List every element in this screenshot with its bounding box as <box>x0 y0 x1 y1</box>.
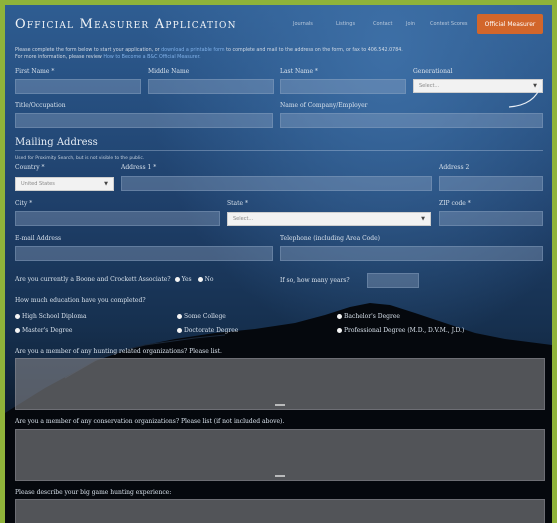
big-game-textarea[interactable] <box>15 499 545 523</box>
city-input[interactable] <box>15 211 220 226</box>
first-name-label: First Name * <box>15 68 55 75</box>
printable-form-link[interactable]: download a printable form <box>161 48 224 53</box>
email-label: E-mail Address <box>15 235 62 242</box>
education-question: How much education have you completed? <box>15 297 146 304</box>
option-label: Professional Degree (M.D., D.V.M., J.D.) <box>344 327 465 334</box>
phone-label: Telephone (including Area Code) <box>280 235 381 242</box>
last-name-label: Last Name * <box>280 68 318 75</box>
years-label: If so, how many years? <box>280 277 350 284</box>
zip-input[interactable] <box>439 211 543 226</box>
radio-button[interactable] <box>337 328 342 333</box>
associate-no-label: No <box>204 276 214 283</box>
title-occupation-label: Title/Occupation <box>15 102 66 109</box>
nav-contest-scores[interactable]: Contest Scores <box>430 21 468 27</box>
education-option-bachelors[interactable]: Bachelor's Degree <box>337 313 400 320</box>
title-occupation-input[interactable] <box>15 113 273 128</box>
associate-yes-radio[interactable] <box>174 277 180 282</box>
education-option-doctorate[interactable]: Doctorate Degree <box>177 327 238 334</box>
middle-name-input[interactable] <box>148 79 274 94</box>
state-label: State * <box>227 200 248 207</box>
resize-handle[interactable] <box>275 404 285 406</box>
hunting-orgs-textarea[interactable] <box>15 358 545 410</box>
option-label: Master's Degree <box>22 327 73 334</box>
first-name-input[interactable] <box>15 79 141 94</box>
generational-value: Select... <box>419 83 440 89</box>
nav-join[interactable]: Join <box>406 21 415 27</box>
chevron-down-icon: ▼ <box>421 216 425 222</box>
official-measurer-button[interactable]: Official Measurer <box>477 14 543 34</box>
education-option-high-school[interactable]: High School Diploma <box>15 313 87 320</box>
address2-label: Address 2 <box>439 164 470 171</box>
phone-input[interactable] <box>280 246 543 261</box>
option-label: Some College <box>184 313 226 320</box>
radio-button[interactable] <box>15 314 20 319</box>
option-label: Doctorate Degree <box>184 327 239 334</box>
state-value: Select... <box>233 216 254 222</box>
education-option-some-college[interactable]: Some College <box>177 313 226 320</box>
nav-contact[interactable]: Contact <box>373 21 392 27</box>
radio-button[interactable] <box>177 314 182 319</box>
education-option-professional[interactable]: Professional Degree (M.D., D.V.M., J.D.) <box>337 327 464 334</box>
country-label: Country * <box>15 164 45 171</box>
page-title: Official Measurer Application <box>15 17 237 32</box>
intro-text: Please complete the form below to start … <box>15 47 545 61</box>
associate-no-radio[interactable] <box>197 277 203 282</box>
section-divider <box>15 150 543 151</box>
company-label: Name of Company/Employer <box>280 102 368 109</box>
company-input[interactable] <box>280 113 543 128</box>
big-game-label: Please describe your big game hunting ex… <box>15 489 172 496</box>
country-select[interactable]: United States ▼ <box>15 177 114 191</box>
radio-button[interactable] <box>15 328 20 333</box>
associate-yes-label: Yes <box>181 276 192 283</box>
option-label: High School Diploma <box>22 313 87 320</box>
address2-input[interactable] <box>439 176 543 191</box>
city-label: City * <box>15 200 33 207</box>
intro-text-3: For more information, please review <box>15 55 102 60</box>
nav-journals[interactable]: Journals <box>293 21 313 27</box>
application-page: Official Measurer Application Journals L… <box>5 5 552 523</box>
resize-handle[interactable] <box>275 475 285 477</box>
radio-button[interactable] <box>177 328 182 333</box>
middle-name-label: Middle Name <box>148 68 190 75</box>
hunting-orgs-label: Are you a member of any hunting related … <box>15 348 222 355</box>
last-name-input[interactable] <box>280 79 406 94</box>
intro-text-1: Please complete the form below to start … <box>15 48 160 53</box>
mailing-note: Used for Proximity Search, but is not vi… <box>15 156 145 161</box>
associate-question-text: Are you currently a Boone and Crockett A… <box>15 276 171 283</box>
measurer-info-link[interactable]: How to Become a B&C Official Measurer. <box>103 55 200 60</box>
generational-label: Generational <box>413 68 453 75</box>
email-input[interactable] <box>15 246 273 261</box>
country-value: United States <box>21 181 55 187</box>
years-input[interactable] <box>367 273 419 288</box>
mailing-address-heading: Mailing Address <box>15 137 98 148</box>
education-option-masters[interactable]: Master's Degree <box>15 327 72 334</box>
zip-label: ZIP code * <box>439 200 471 207</box>
focus-arc-decoration <box>508 84 542 108</box>
radio-button[interactable] <box>337 314 342 319</box>
conservation-orgs-textarea[interactable] <box>15 429 545 481</box>
option-label: Bachelor's Degree <box>344 313 400 320</box>
state-select[interactable]: Select... ▼ <box>227 212 431 226</box>
nav-listings[interactable]: Listings <box>336 21 355 27</box>
chevron-down-icon: ▼ <box>104 181 108 187</box>
address1-label: Address 1 * <box>121 164 157 171</box>
conservation-orgs-label: Are you a member of any conservation org… <box>15 418 285 425</box>
associate-question: Are you currently a Boone and Crockett A… <box>15 276 214 283</box>
address1-input[interactable] <box>121 176 432 191</box>
intro-text-2: to complete and mail to the address on t… <box>226 48 403 53</box>
